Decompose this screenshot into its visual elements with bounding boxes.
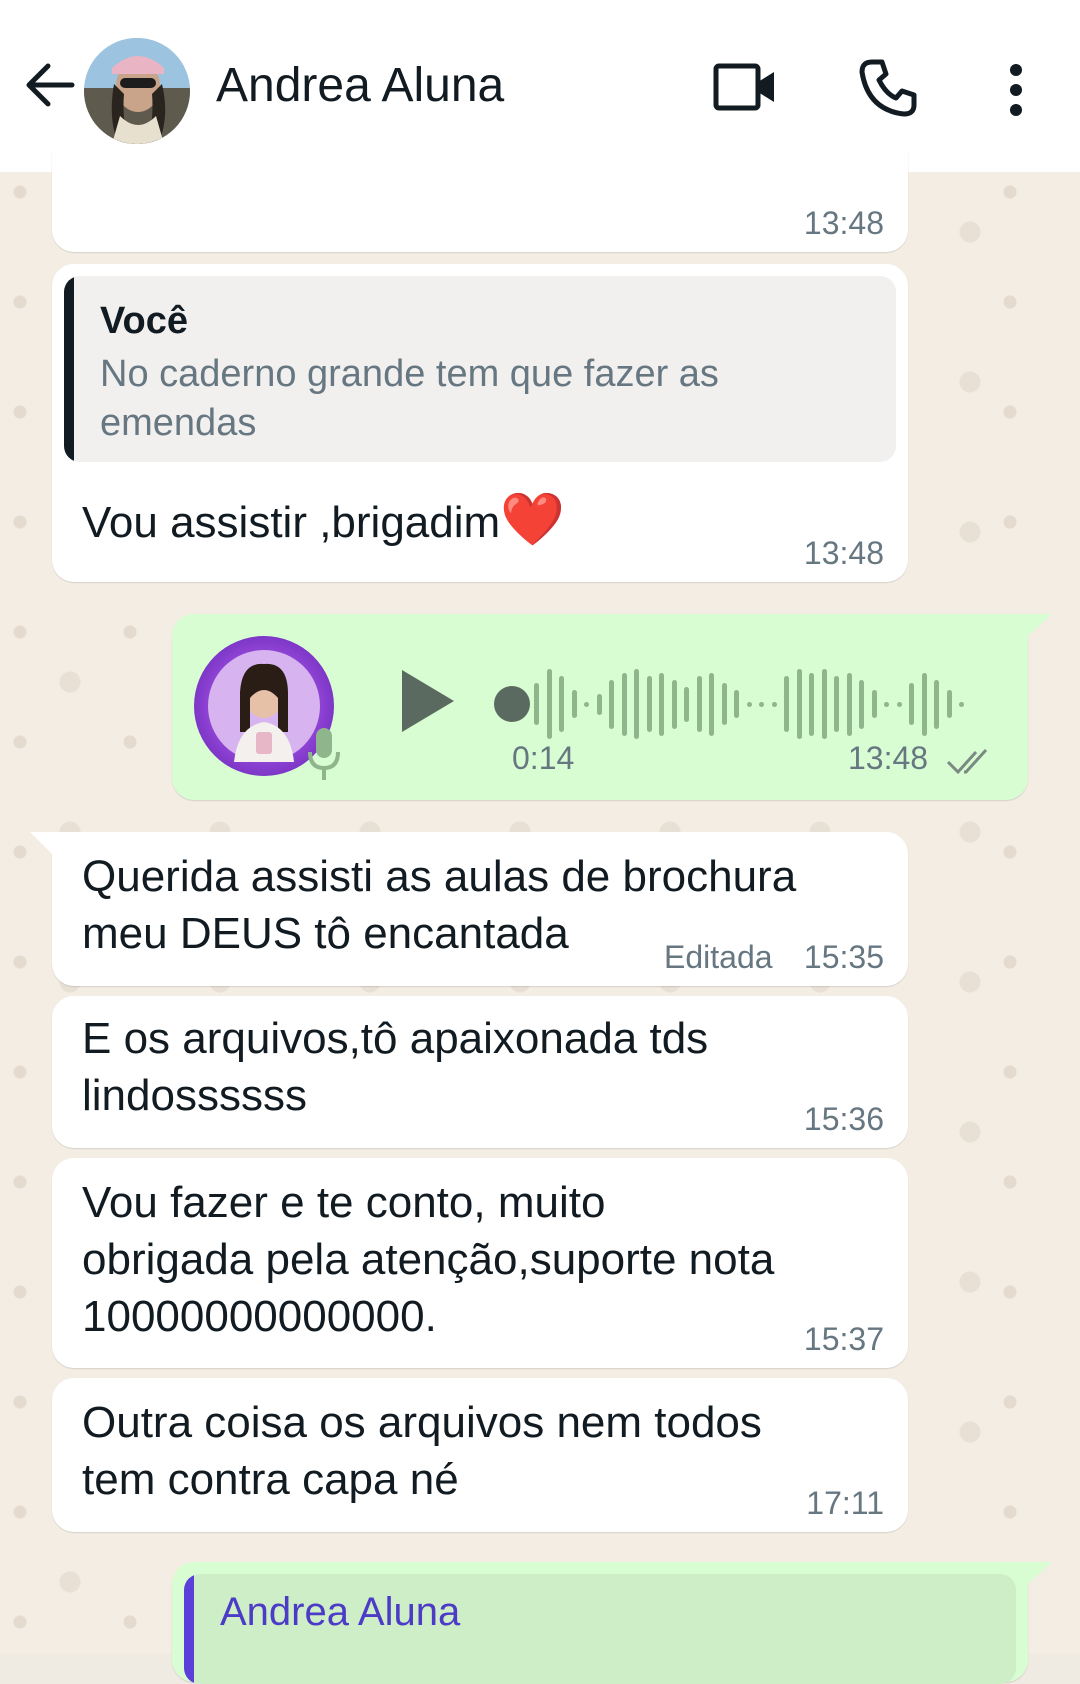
message-bubble[interactable]: Outra coisa os arquivos nem todos tem co… — [52, 1378, 908, 1532]
waveform-dot — [759, 702, 764, 707]
phone-icon[interactable] — [858, 58, 918, 118]
bubble-tail — [30, 832, 52, 854]
video-camera-icon[interactable] — [712, 60, 778, 114]
message-line: meu DEUS tô encantada — [82, 909, 569, 958]
audio-waveform[interactable] — [534, 654, 974, 754]
message-line: E os arquivos,tô apaixonada tds — [82, 1014, 709, 1063]
waveform-bar — [671, 679, 677, 729]
contact-name[interactable]: Andrea Aluna — [216, 58, 504, 113]
message-line: Vou fazer e te conto, muito — [82, 1178, 606, 1227]
message-line: Querida assisti as aulas de brochura — [82, 852, 797, 901]
waveform-bar — [546, 669, 552, 739]
heart-emoji: ❤️ — [500, 491, 565, 549]
message-bubble[interactable]: Você No caderno grande tem que fazer as … — [52, 264, 908, 582]
quote-author: Você — [100, 300, 189, 342]
waveform-bar — [571, 690, 577, 718]
message-line: tem contra capa né — [82, 1455, 459, 1504]
waveform-dot — [959, 702, 964, 707]
waveform-bar — [909, 683, 914, 725]
waveform-bar — [859, 679, 864, 729]
waveform-dot — [896, 702, 902, 707]
waveform-bar — [846, 672, 852, 736]
message-bubble[interactable]: Querida assisti as aulas de brochura meu… — [30, 832, 908, 986]
bubble-tail — [1028, 1562, 1052, 1584]
waveform-bar — [634, 669, 639, 739]
waveform-bar — [696, 676, 702, 732]
waveform-bar — [834, 676, 839, 732]
waveform-bar — [809, 672, 814, 736]
double-check-icon — [946, 748, 988, 775]
waveform-dot — [884, 702, 889, 707]
message-bubble[interactable]: E os arquivos,tô apaixonada tds lindosss… — [52, 996, 908, 1148]
quote-author: Andrea Aluna — [220, 1590, 461, 1634]
waveform-bar — [646, 676, 652, 732]
waveform-bar — [709, 672, 714, 736]
waveform-bar — [721, 683, 727, 725]
chat-header: Andrea Aluna — [0, 0, 1080, 173]
quoted-message[interactable]: Você No caderno grande tem que fazer as … — [64, 276, 896, 462]
waveform-bar — [621, 672, 627, 736]
message-line: obrigada pela atenção,suporte nota — [82, 1235, 775, 1284]
message-time: 13:48 — [803, 535, 884, 571]
message-line: Outra coisa os arquivos nem todos — [82, 1398, 762, 1447]
play-icon[interactable] — [398, 666, 458, 736]
waveform-bar — [659, 672, 664, 736]
message-line: lindossssss — [82, 1071, 307, 1120]
waveform-dot — [584, 702, 589, 707]
message-time: 13:48 — [848, 740, 929, 776]
message-time: 13:48 — [803, 205, 884, 241]
waveform-dot — [771, 702, 777, 707]
avatar-photo — [84, 38, 190, 144]
waveform-bar — [609, 679, 614, 729]
message-bubble[interactable]: Vou fazer e te conto, muito obrigada pel… — [52, 1158, 908, 1368]
waveform-bar — [784, 676, 789, 732]
message-time: 15:35 — [803, 939, 884, 975]
audio-seek-handle[interactable] — [494, 686, 530, 722]
message-text-content: Vou assistir ,brigadim — [82, 498, 501, 547]
microphone-icon — [308, 728, 340, 780]
message-time: 15:37 — [803, 1321, 884, 1357]
message-bubble[interactable]: 13:48 — [52, 150, 908, 252]
bubble-tail — [1028, 614, 1052, 636]
sender-voice-avatar — [194, 636, 340, 780]
arrow-left-icon[interactable] — [22, 58, 76, 112]
audio-duration: 0:14 — [512, 740, 575, 776]
quote-accent-bar — [64, 276, 74, 462]
quote-accent-bar — [184, 1574, 194, 1684]
waveform-bar — [946, 690, 952, 718]
quoted-message[interactable]: Andrea Aluna — [184, 1574, 1016, 1684]
message-time: 17:11 — [806, 1485, 884, 1521]
more-vertical-icon[interactable] — [996, 60, 1036, 120]
waveform-bar — [821, 669, 827, 739]
waveform-bar — [559, 676, 564, 732]
waveform-bar — [871, 690, 877, 718]
waveform-bar — [684, 686, 689, 722]
quote-text: No caderno grande tem que fazer as emend… — [100, 353, 719, 444]
waveform-bar — [796, 669, 802, 739]
message-time: 15:36 — [803, 1101, 884, 1137]
edited-label: Editada — [664, 939, 773, 975]
waveform-bar — [596, 693, 602, 715]
waveform-dot — [746, 702, 752, 707]
waveform-bar — [534, 683, 539, 725]
waveform-bar — [921, 672, 927, 736]
message-bubble[interactable]: Andrea Aluna — [172, 1562, 1052, 1684]
contact-avatar[interactable] — [84, 38, 190, 144]
waveform-bar — [934, 679, 939, 729]
voice-message-bubble[interactable]: 0:14 13:48 — [172, 614, 1052, 800]
message-text: Vou assistir ,brigadim❤️ — [82, 492, 565, 551]
waveform-bar — [734, 690, 739, 718]
message-line: 10000000000000. — [82, 1292, 437, 1341]
